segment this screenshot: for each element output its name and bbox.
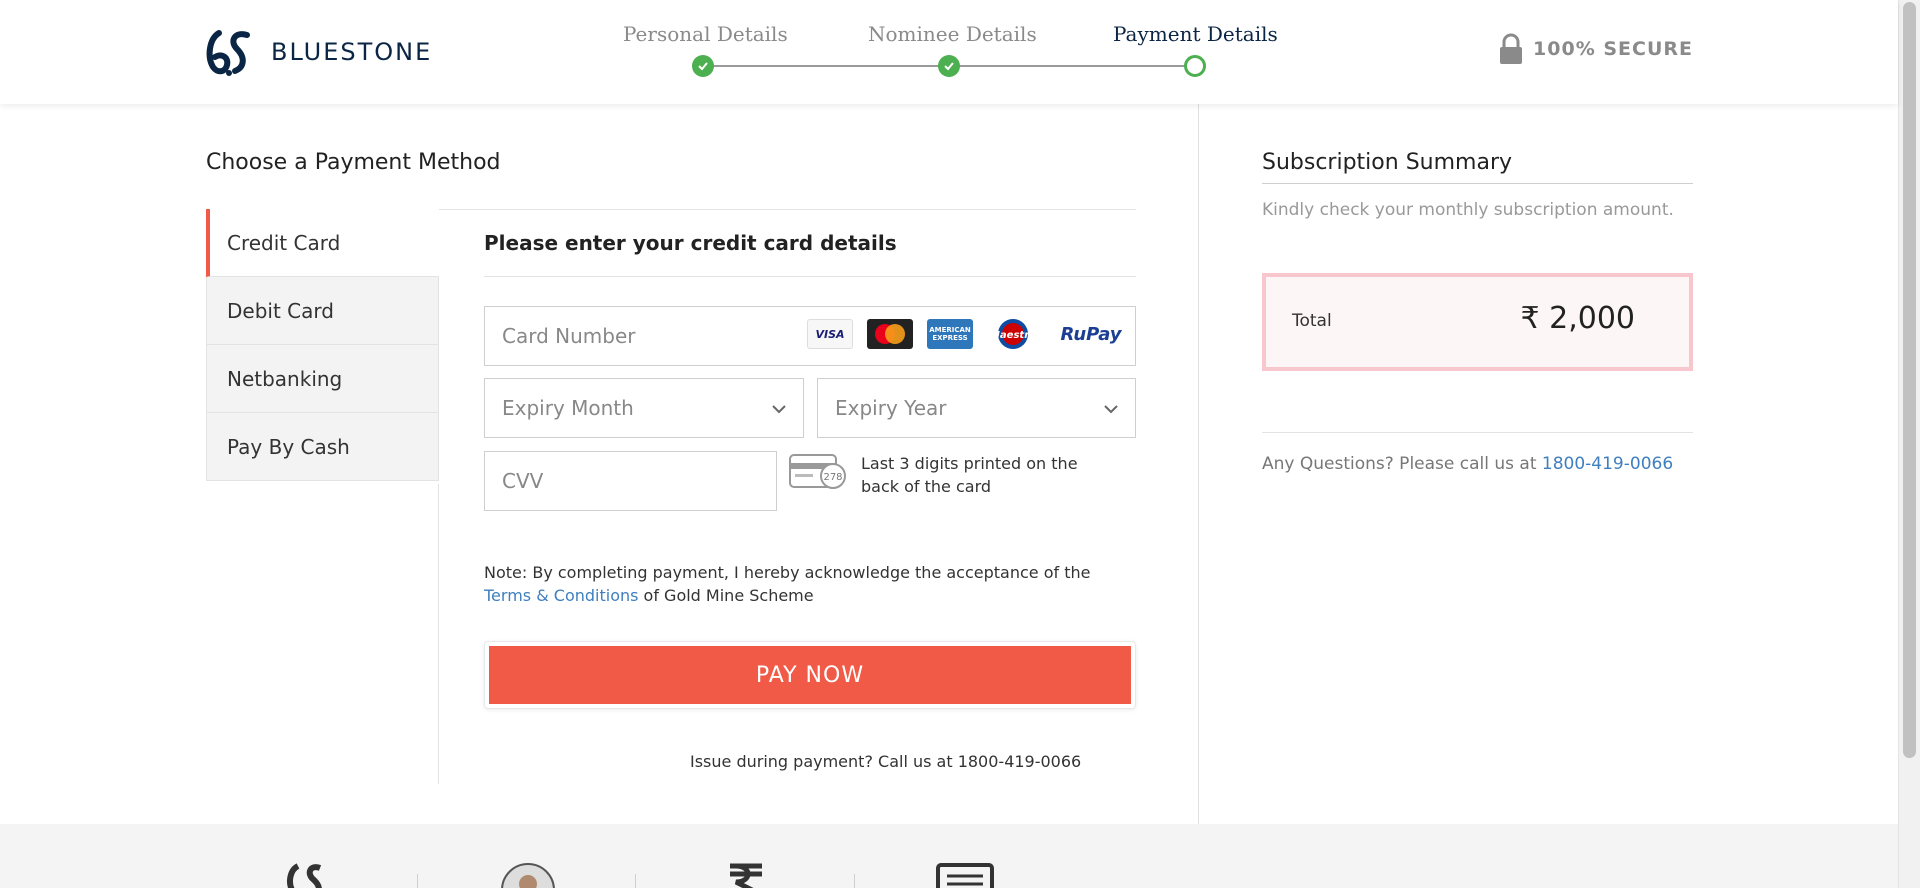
column-divider	[1198, 104, 1199, 824]
cvv-placeholder: CVV	[502, 469, 544, 493]
mastercard-icon	[867, 319, 913, 349]
divider	[1262, 432, 1693, 433]
brand-name: BLUESTONE	[271, 38, 433, 66]
note-text: Note: By completing payment, I hereby ac…	[484, 563, 1091, 582]
step-done-check-icon	[692, 55, 714, 77]
scrollbar-thumb[interactable]	[1903, 2, 1916, 758]
payment-method-tabs: Credit Card Debit Card Netbanking Pay By…	[206, 209, 439, 481]
lock-icon	[1500, 33, 1523, 64]
brand-logo[interactable]: BLUESTONE	[205, 27, 432, 77]
note-suffix: of Gold Mine Scheme	[638, 586, 814, 605]
bluestone-logo-icon	[206, 30, 250, 76]
svg-text:278: 278	[823, 472, 842, 483]
divider	[854, 874, 855, 888]
total-box: Total ₹ 2,000	[1262, 273, 1693, 371]
cvv-card-icon: 278	[789, 454, 846, 489]
document-icon	[936, 863, 994, 888]
step-nominee-details: Nominee Details	[868, 22, 1037, 46]
rupee-icon	[730, 863, 762, 888]
support-phone-link[interactable]: 1800-419-0066	[1542, 454, 1673, 474]
credit-card-form: Please enter your credit card details Ca…	[484, 209, 1136, 709]
progress-steps: Personal Details Nominee Details Payment…	[600, 22, 1320, 82]
expiry-month-select[interactable]: Expiry Month	[484, 378, 804, 438]
visa-icon: VISA	[807, 319, 853, 349]
expiry-month-placeholder: Expiry Month	[502, 396, 634, 420]
maestro-icon: Maestro	[987, 319, 1039, 349]
terms-note: Note: By completing payment, I hereby ac…	[484, 561, 1136, 607]
payment-method-title: Choose a Payment Method	[206, 150, 501, 175]
terms-conditions-link[interactable]: Terms & Conditions	[484, 586, 638, 605]
tab-rail	[438, 484, 439, 784]
tab-debit-card[interactable]: Debit Card	[206, 277, 439, 345]
card-brand-logos: VISA AMERICAN EXPRESS Maestro RuPay	[807, 319, 1129, 349]
bluestone-logo-icon	[287, 863, 322, 888]
payment-issue-text: Issue during payment? Call us at 1800-41…	[690, 752, 1082, 771]
expiry-year-select[interactable]: Expiry Year	[817, 378, 1136, 438]
step-done-check-icon	[938, 55, 960, 77]
total-label: Total	[1292, 311, 1332, 331]
svg-text:Maestro: Maestro	[990, 330, 1036, 341]
expiry-year-placeholder: Expiry Year	[835, 396, 947, 420]
divider	[635, 874, 636, 888]
tab-credit-card[interactable]: Credit Card	[206, 209, 439, 277]
cvv-input[interactable]: CVV	[484, 451, 777, 511]
total-amount: ₹ 2,000	[1520, 301, 1635, 336]
chevron-down-icon	[1104, 405, 1118, 414]
cvv-hint: 278 Last 3 digits printed on the back of…	[789, 452, 1101, 498]
questions-text: Any Questions? Please call us at 1800-41…	[1262, 454, 1673, 474]
summary-title: Subscription Summary	[1262, 150, 1513, 175]
tab-pay-by-cash[interactable]: Pay By Cash	[206, 413, 439, 481]
divider	[417, 874, 418, 888]
questions-prefix: Any Questions? Please call us at	[1262, 454, 1542, 474]
form-title: Please enter your credit card details	[484, 209, 1136, 277]
footer-strip	[0, 824, 1898, 888]
header: BLUESTONE Personal Details Nominee Detai…	[0, 0, 1898, 104]
tab-netbanking[interactable]: Netbanking	[206, 345, 439, 413]
divider	[1262, 183, 1693, 184]
step-personal-details: Personal Details	[623, 22, 788, 46]
rupay-icon: RuPay	[1060, 323, 1122, 345]
card-number-placeholder: Card Number	[502, 324, 636, 348]
cvv-hint-text: Last 3 digits printed on the back of the…	[861, 454, 1078, 496]
secure-label: 100% SECURE	[1533, 38, 1693, 60]
summary-subtitle: Kindly check your monthly subscription a…	[1262, 200, 1674, 220]
person-portrait-icon	[501, 863, 555, 888]
amex-icon: AMERICAN EXPRESS	[927, 319, 973, 349]
chevron-down-icon	[772, 405, 786, 414]
vertical-scrollbar[interactable]	[1898, 0, 1920, 888]
step-current-circle-icon	[1184, 55, 1206, 77]
pay-now-button[interactable]: PAY NOW	[489, 646, 1131, 704]
secure-badge: 100% SECURE	[1499, 33, 1693, 65]
pay-now-wrapper: PAY NOW	[484, 641, 1136, 709]
card-number-input[interactable]: Card Number VISA AMERICAN EXPRESS Maestr…	[484, 306, 1136, 366]
step-payment-details: Payment Details	[1113, 22, 1278, 46]
